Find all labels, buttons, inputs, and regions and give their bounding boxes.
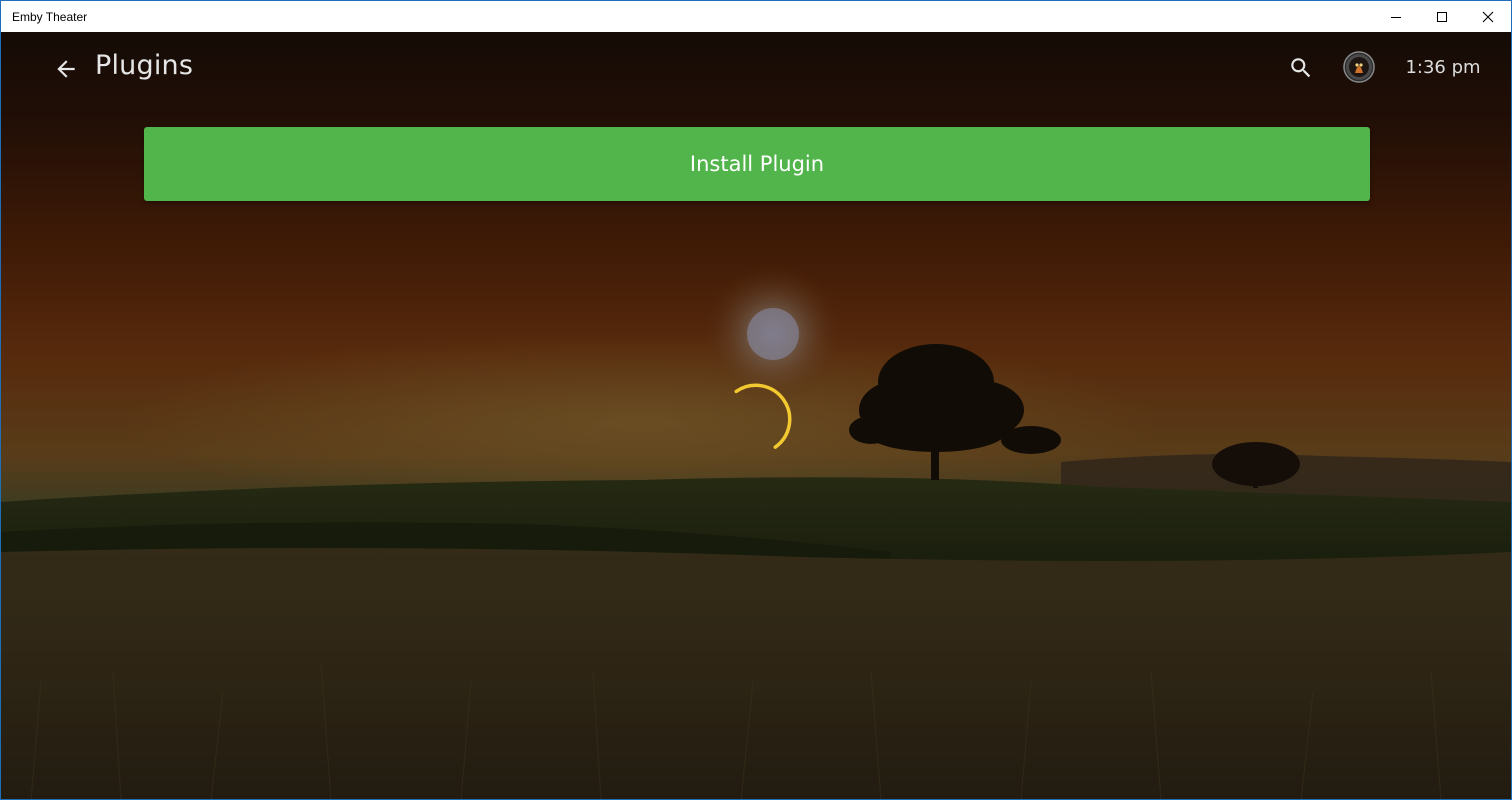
minimize-icon xyxy=(1391,16,1401,18)
back-button[interactable] xyxy=(49,52,83,86)
avatar-icon xyxy=(1343,51,1375,83)
maximize-button[interactable] xyxy=(1419,1,1465,32)
back-arrow-icon xyxy=(57,60,75,78)
clock: 1:36 pm xyxy=(1405,57,1481,78)
title-bar[interactable]: Emby Theater xyxy=(1,1,1511,32)
close-button[interactable] xyxy=(1465,1,1511,32)
minimize-button[interactable] xyxy=(1373,1,1419,32)
search-icon xyxy=(1291,58,1311,78)
window-title: Emby Theater xyxy=(12,9,88,24)
page-title: Plugins xyxy=(95,50,194,81)
maximize-icon xyxy=(1437,11,1447,22)
app-content: Plugins 1:36 pm Install Plugin xyxy=(1,32,1511,799)
app-header: Plugins 1:36 pm xyxy=(1,32,1511,104)
close-icon xyxy=(1482,11,1494,22)
search-button[interactable] xyxy=(1285,52,1317,84)
app-window: Emby Theater Plugins 1:36 pm Install Plu… xyxy=(0,0,1512,800)
loading-spinner-icon xyxy=(734,383,792,449)
user-avatar[interactable] xyxy=(1343,51,1375,83)
install-plugin-button[interactable]: Install Plugin xyxy=(144,127,1370,201)
